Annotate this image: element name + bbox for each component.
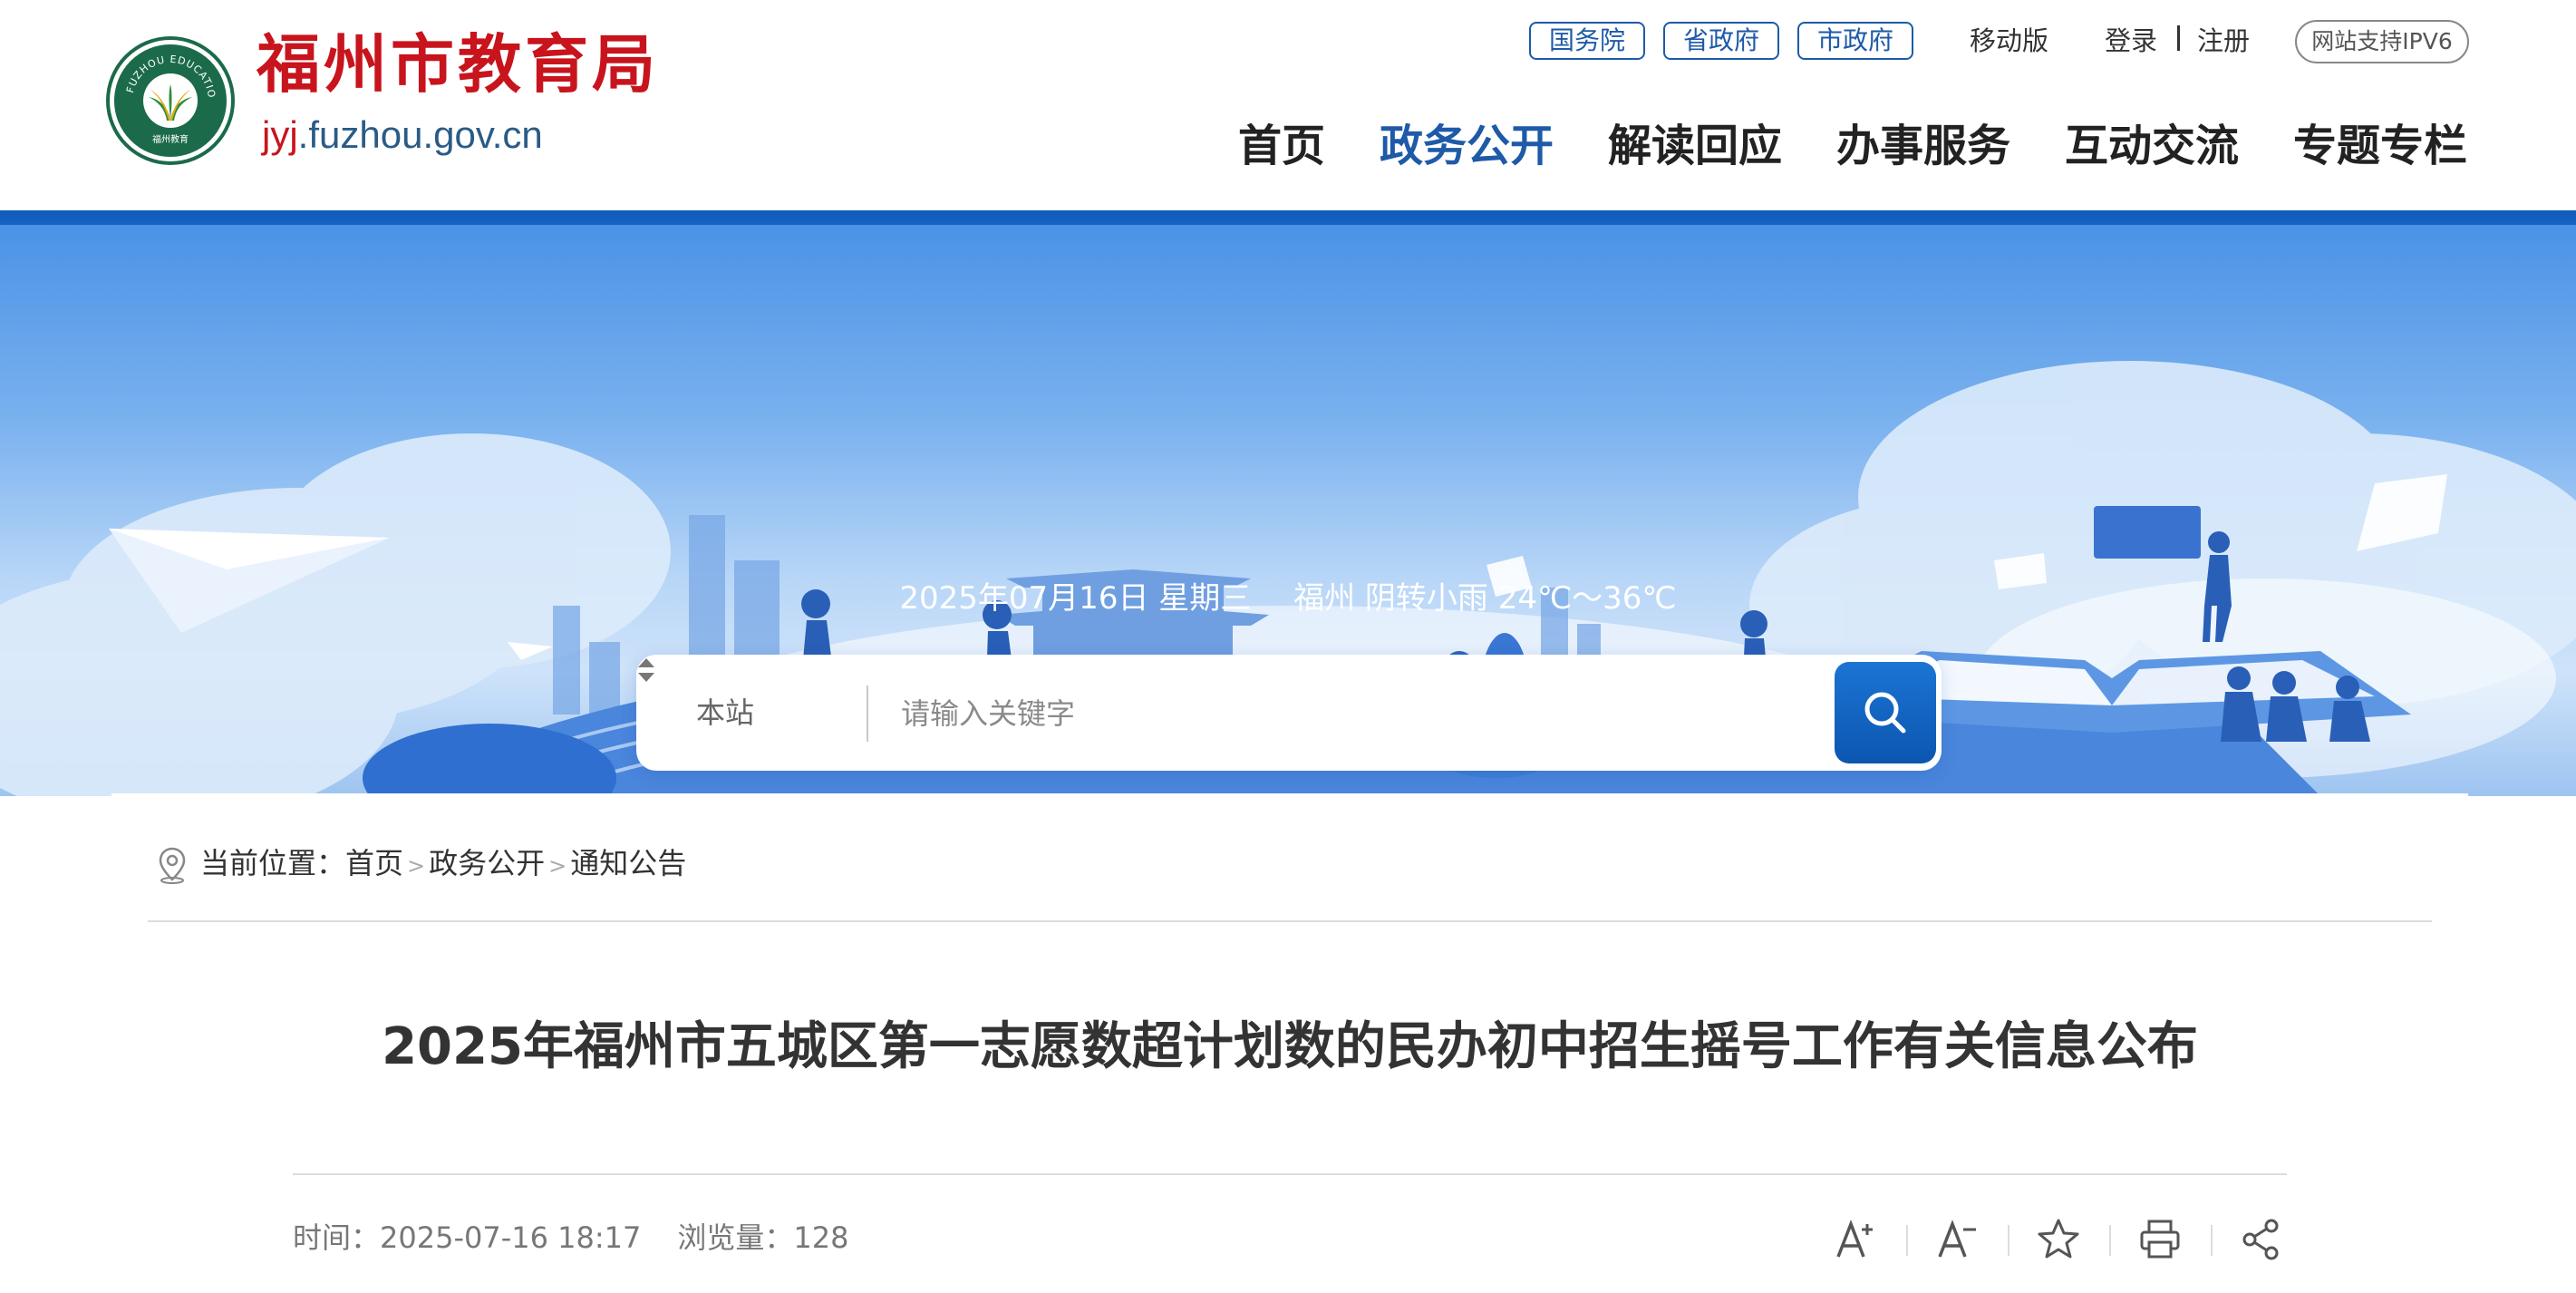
font-decrease-icon[interactable]	[1930, 1212, 1984, 1267]
updown-arrow-icon[interactable]	[636, 655, 656, 685]
search-button[interactable]	[1835, 662, 1936, 763]
font-increase-icon[interactable]	[1828, 1212, 1883, 1267]
login-link[interactable]: 登录	[2105, 22, 2157, 60]
search-input[interactable]	[899, 655, 1610, 773]
register-link[interactable]: 注册	[2197, 22, 2250, 60]
view-count: 128	[793, 1220, 849, 1255]
header-divider-bar	[0, 210, 2576, 225]
location-pin-icon	[159, 847, 186, 884]
site-name[interactable]: 福州市教育局	[257, 33, 659, 96]
link-city-gov[interactable]: 市政府	[1797, 22, 1913, 60]
breadcrumb-divider	[148, 920, 2432, 922]
weather-info: 福州 阴转小雨 24℃～36℃	[1293, 580, 1677, 617]
article-card: 当前位置：首页 > 政务公开 > 通知公告 2025年福州市五城区第一志愿数超计划数的民…	[111, 793, 2468, 1293]
tool-divider	[2109, 1225, 2111, 1256]
site-domain: jyj.fuzhou.gov.cn	[262, 116, 543, 154]
star-icon[interactable]	[2031, 1212, 2086, 1267]
link-province-gov[interactable]: 省政府	[1663, 22, 1779, 60]
link-state-council[interactable]: 国务院	[1529, 22, 1645, 60]
tool-divider	[2008, 1225, 2009, 1256]
nav-services[interactable]: 办事服务	[1836, 114, 2010, 178]
hero-banner: 2025年07月16日 星期三 福州 阴转小雨 24℃～36℃ 本站	[0, 225, 2576, 796]
publish-time: 2025-07-16 18:17	[380, 1220, 642, 1255]
breadcrumb-home[interactable]: 首页	[345, 846, 403, 880]
article-title: 2025年福州市五城区第一志愿数超计划数的民办初中招生摇号工作有关信息公布	[382, 1017, 2198, 1076]
tool-divider	[1906, 1225, 1908, 1256]
share-icon[interactable]	[2234, 1212, 2289, 1267]
education-bureau-logo[interactable]: FUZHOU EDUCATION 福州教育	[110, 40, 231, 161]
svg-text:福州教育: 福州教育	[152, 133, 189, 145]
nav-interaction[interactable]: 互动交流	[2065, 114, 2239, 178]
search-scope-select[interactable]: 本站	[696, 655, 754, 771]
nav-interpretation[interactable]: 解读回应	[1608, 114, 1782, 178]
breadcrumb-notices[interactable]: 通知公告	[570, 846, 686, 880]
breadcrumb-separator: >	[407, 853, 426, 879]
tool-divider	[2211, 1225, 2213, 1256]
breadcrumb: 当前位置：首页 > 政务公开 > 通知公告	[157, 841, 686, 886]
breadcrumb-label: 当前位置：	[200, 846, 346, 880]
site-header: FUZHOU EDUCATION 福州教育 福州市教育局 jyj.fuzhou.…	[0, 0, 2576, 210]
print-icon[interactable]	[2133, 1212, 2187, 1267]
publish-time-label: 时间：	[293, 1220, 381, 1255]
title-divider	[293, 1173, 2287, 1175]
search-icon	[1864, 692, 1906, 734]
search-box: 本站	[636, 655, 1942, 773]
ipv6-badge: 网站支持IPV6	[2295, 20, 2469, 63]
current-date: 2025年07月16日 星期三	[899, 580, 1252, 617]
breadcrumb-separator: >	[548, 853, 567, 879]
domain-suffix: .fuzhou.gov.cn	[297, 113, 543, 156]
nav-home[interactable]: 首页	[1238, 114, 1325, 178]
breadcrumb-government-affairs[interactable]: 政务公开	[429, 846, 545, 880]
logo-emblem-icon: FUZHOU EDUCATION 福州教育	[114, 44, 217, 145]
domain-prefix: jyj	[262, 113, 298, 156]
link-mobile-version[interactable]: 移动版	[1970, 22, 2048, 60]
date-weather-bar: 2025年07月16日 星期三 福州 阴转小雨 24℃～36℃	[0, 578, 2576, 618]
nav-special-topics[interactable]: 专题专栏	[2293, 114, 2467, 178]
search-divider	[867, 685, 868, 742]
nav-government-affairs[interactable]: 政务公开	[1380, 114, 1554, 178]
article-meta: 时间：2025-07-16 18:17 浏览量：128	[293, 1215, 848, 1260]
login-register-divider	[2177, 25, 2180, 51]
views-label: 浏览量：	[677, 1220, 794, 1255]
